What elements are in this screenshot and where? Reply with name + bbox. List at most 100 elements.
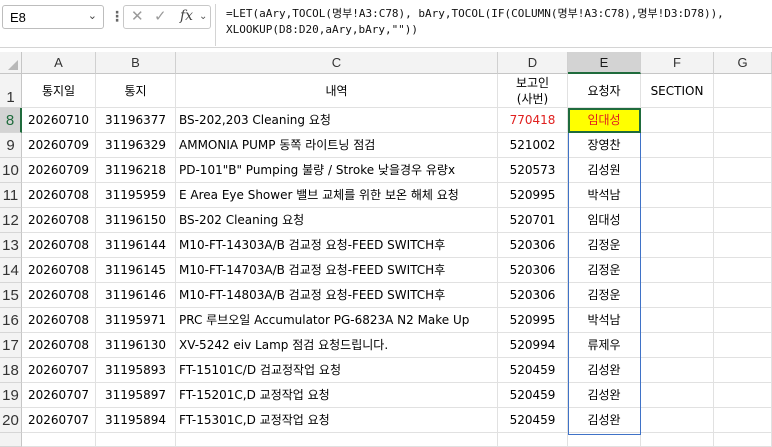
cell-b18[interactable]: 31195893 bbox=[96, 358, 176, 383]
column-header-d[interactable]: D bbox=[498, 52, 568, 74]
row-header-1[interactable]: 1 bbox=[0, 74, 22, 108]
cell-b12[interactable]: 31196150 bbox=[96, 208, 176, 233]
cell-f19[interactable] bbox=[641, 383, 714, 408]
cell-a15[interactable]: 20260708 bbox=[22, 283, 96, 308]
cell-f10[interactable] bbox=[641, 158, 714, 183]
column-header-g[interactable]: G bbox=[714, 52, 772, 74]
cell-e16[interactable]: 박석남 bbox=[568, 308, 641, 333]
cell-c17[interactable]: XV-5242 eiv Lamp 점검 요청드립니다. bbox=[176, 333, 498, 358]
chevron-down-icon[interactable]: ⌄ bbox=[199, 11, 207, 22]
cell-e18[interactable]: 김성완 bbox=[568, 358, 641, 383]
cell-b20[interactable]: 31195894 bbox=[96, 408, 176, 433]
header-cell-c[interactable]: 내역 bbox=[176, 74, 498, 108]
cell-b8[interactable]: 31196377 bbox=[96, 108, 176, 133]
cell-f14[interactable] bbox=[641, 258, 714, 283]
row-header-13[interactable]: 13 bbox=[0, 233, 22, 258]
cell-b15[interactable]: 31196146 bbox=[96, 283, 176, 308]
cell-d10[interactable]: 520573 bbox=[498, 158, 568, 183]
row-header-11[interactable]: 11 bbox=[0, 183, 22, 208]
cell-d9[interactable]: 521002 bbox=[498, 133, 568, 158]
cell-g12[interactable] bbox=[714, 208, 772, 233]
cell-a11[interactable]: 20260708 bbox=[22, 183, 96, 208]
cell-f13[interactable] bbox=[641, 233, 714, 258]
cell-f20[interactable] bbox=[641, 408, 714, 433]
cell-g16[interactable] bbox=[714, 308, 772, 333]
cell-d19[interactable]: 520459 bbox=[498, 383, 568, 408]
cell-g13[interactable] bbox=[714, 233, 772, 258]
row-header-12[interactable]: 12 bbox=[0, 208, 22, 233]
header-cell-g[interactable] bbox=[714, 74, 772, 108]
cell-e19[interactable]: 김성완 bbox=[568, 383, 641, 408]
cell-d8[interactable]: 770418 bbox=[498, 108, 568, 133]
cell-c12[interactable]: BS-202 Cleaning 요청 bbox=[176, 208, 498, 233]
cell-b13[interactable]: 31196144 bbox=[96, 233, 176, 258]
cell-f8[interactable] bbox=[641, 108, 714, 133]
cell-c18[interactable]: FT-15101C/D 검교정작업 요청 bbox=[176, 358, 498, 383]
row-header-16[interactable]: 16 bbox=[0, 308, 22, 333]
cell-f15[interactable] bbox=[641, 283, 714, 308]
cell-a12[interactable]: 20260708 bbox=[22, 208, 96, 233]
cell-c13[interactable]: M10-FT-14303A/B 검교정 요청-FEED SWITCH후 bbox=[176, 233, 498, 258]
cell-g18[interactable] bbox=[714, 358, 772, 383]
cell-e13[interactable]: 김정운 bbox=[568, 233, 641, 258]
row-header-14[interactable]: 14 bbox=[0, 258, 22, 283]
cell-g10[interactable] bbox=[714, 158, 772, 183]
enter-icon[interactable]: ✓ bbox=[154, 7, 167, 25]
cell-c19[interactable]: FT-15201C,D 교정작업 요청 bbox=[176, 383, 498, 408]
cell-d14[interactable]: 520306 bbox=[498, 258, 568, 283]
cell-e10[interactable]: 김성원 bbox=[568, 158, 641, 183]
cell-d12[interactable]: 520701 bbox=[498, 208, 568, 233]
header-cell-d[interactable]: 보고인 (사번) bbox=[498, 74, 568, 108]
cell-a9[interactable]: 20260709 bbox=[22, 133, 96, 158]
cell-b9[interactable]: 31196329 bbox=[96, 133, 176, 158]
cell-a8[interactable]: 20260710 bbox=[22, 108, 96, 133]
cell-e9[interactable]: 장영찬 bbox=[568, 133, 641, 158]
row-header-8[interactable]: 8 bbox=[0, 108, 22, 133]
cell-f18[interactable] bbox=[641, 358, 714, 383]
name-box[interactable]: E8 ⌄ bbox=[2, 5, 104, 29]
cell-c20[interactable]: FT-15301C,D 교정작업 요청 bbox=[176, 408, 498, 433]
cell-a14[interactable]: 20260708 bbox=[22, 258, 96, 283]
row-header-15[interactable]: 15 bbox=[0, 283, 22, 308]
cell-d13[interactable]: 520306 bbox=[498, 233, 568, 258]
cell-e20[interactable]: 김성완 bbox=[568, 408, 641, 433]
cell-f11[interactable] bbox=[641, 183, 714, 208]
cell-a16[interactable]: 20260708 bbox=[22, 308, 96, 333]
cell-e15[interactable]: 김정운 bbox=[568, 283, 641, 308]
cell-a19[interactable]: 20260707 bbox=[22, 383, 96, 408]
cell-b14[interactable]: 31196145 bbox=[96, 258, 176, 283]
column-header-c[interactable]: C bbox=[176, 52, 498, 74]
cell-g20[interactable] bbox=[714, 408, 772, 433]
header-cell-a[interactable]: 통지일 bbox=[22, 74, 96, 108]
cell-f16[interactable] bbox=[641, 308, 714, 333]
header-cell-e[interactable]: 요청자 bbox=[568, 74, 641, 108]
column-header-e[interactable]: E bbox=[568, 52, 641, 74]
header-cell-b[interactable]: 통지 bbox=[96, 74, 176, 108]
cell-a20[interactable]: 20260707 bbox=[22, 408, 96, 433]
cell-c14[interactable]: M10-FT-14703A/B 검교정 요청-FEED SWITCH후 bbox=[176, 258, 498, 283]
column-header-f[interactable]: F bbox=[641, 52, 714, 74]
cell-g14[interactable] bbox=[714, 258, 772, 283]
cell-c9[interactable]: AMMONIA PUMP 동쪽 라이트닝 점검 bbox=[176, 133, 498, 158]
cell-g9[interactable] bbox=[714, 133, 772, 158]
cell-d16[interactable]: 520995 bbox=[498, 308, 568, 333]
cell-b19[interactable]: 31195897 bbox=[96, 383, 176, 408]
cell-e17[interactable]: 류제우 bbox=[568, 333, 641, 358]
chevron-down-icon[interactable]: ⌄ bbox=[88, 9, 97, 22]
cell-d15[interactable]: 520306 bbox=[498, 283, 568, 308]
cell-c8[interactable]: BS-202,203 Cleaning 요청 bbox=[176, 108, 498, 133]
row-header-20[interactable]: 20 bbox=[0, 408, 22, 433]
column-header-b[interactable]: B bbox=[96, 52, 176, 74]
formula-input[interactable]: =LET(aAry,TOCOL(명부!A3:C78), bAry,TOCOL(I… bbox=[215, 4, 770, 46]
cell-a18[interactable]: 20260707 bbox=[22, 358, 96, 383]
cell-c15[interactable]: M10-FT-14803A/B 검교정 요청-FEED SWITCH후 bbox=[176, 283, 498, 308]
cell-g11[interactable] bbox=[714, 183, 772, 208]
row-header-19[interactable]: 19 bbox=[0, 383, 22, 408]
cell-e14[interactable]: 김정운 bbox=[568, 258, 641, 283]
cell-f12[interactable] bbox=[641, 208, 714, 233]
cell-c16[interactable]: PRC 루브오일 Accumulator PG-6823A N2 Make Up bbox=[176, 308, 498, 333]
cell-b11[interactable]: 31195959 bbox=[96, 183, 176, 208]
cell-a17[interactable]: 20260708 bbox=[22, 333, 96, 358]
cell-d20[interactable]: 520459 bbox=[498, 408, 568, 433]
cell-e8[interactable]: 임대성 bbox=[568, 108, 641, 133]
